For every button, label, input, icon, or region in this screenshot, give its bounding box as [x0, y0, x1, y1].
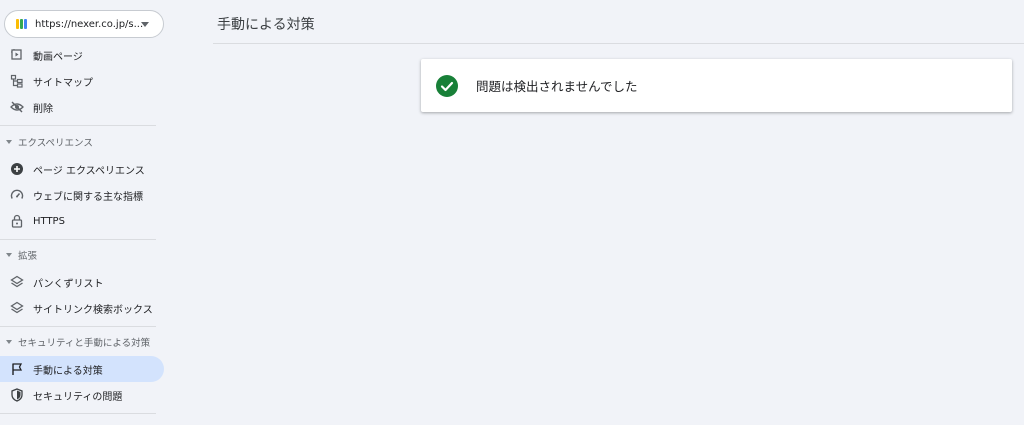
sidebar-item-page-experience[interactable]: ページ エクスペリエンス — [0, 156, 164, 182]
section-security-manual-actions[interactable]: セキュリティと手動による対策 — [0, 332, 164, 352]
section-enhancements[interactable]: 拡張 — [0, 245, 164, 265]
flag-icon — [10, 362, 24, 376]
lock-icon — [10, 214, 24, 228]
chevron-down-icon — [141, 22, 149, 27]
sidebar-item-label: 削除 — [33, 103, 53, 115]
sidebar-item-sitemap[interactable]: サイトマップ — [0, 68, 164, 94]
speedometer-icon — [10, 188, 24, 202]
section-label: エクスペリエンス — [18, 138, 93, 149]
caret-down-icon — [6, 253, 12, 257]
divider — [0, 125, 156, 126]
sidebar-item-label: 手動による対策 — [33, 365, 103, 377]
search-console-logo-icon — [16, 19, 27, 29]
sidebar: https://nexer.co.jp/s... 動画ページ サイトマップ 削除… — [0, 0, 172, 425]
sitemap-icon — [10, 74, 24, 88]
sidebar-item-manual-actions[interactable]: 手動による対策 — [0, 356, 164, 382]
sidebar-item-removals[interactable]: 削除 — [0, 94, 164, 120]
sidebar-item-breadcrumbs[interactable]: パンくずリスト — [0, 269, 164, 295]
sidebar-item-video-pages[interactable]: 動画ページ — [0, 42, 164, 68]
sidebar-item-security-issues[interactable]: セキュリティの問題 — [0, 382, 164, 408]
shield-icon — [10, 388, 24, 402]
check-circle-icon — [436, 74, 458, 97]
section-label: セキュリティと手動による対策 — [18, 338, 151, 349]
layers-icon — [10, 275, 24, 289]
divider — [0, 239, 156, 240]
plus-circle-icon — [10, 162, 24, 176]
divider — [0, 413, 156, 414]
status-card: 問題は検出されませんでした — [421, 59, 1012, 112]
page-title: 手動による対策 — [217, 17, 315, 33]
status-message: 問題は検出されませんでした — [476, 79, 638, 94]
sidebar-item-label: HTTPS — [33, 215, 65, 227]
divider — [0, 326, 156, 327]
section-experience[interactable]: エクスペリエンス — [0, 132, 164, 152]
sidebar-item-label: ウェブに関する主な指標 — [33, 191, 143, 203]
layers-icon — [10, 301, 24, 315]
caret-down-icon — [6, 340, 12, 344]
sidebar-item-label: セキュリティの問題 — [33, 391, 123, 403]
video-page-icon — [10, 48, 24, 62]
sidebar-item-label: サイトマップ — [33, 77, 93, 89]
hidden-eye-icon — [10, 100, 24, 114]
section-label: 拡張 — [18, 251, 38, 262]
property-url: https://nexer.co.jp/s... — [35, 18, 144, 30]
sidebar-item-core-web-vitals[interactable]: ウェブに関する主な指標 — [0, 182, 164, 208]
sidebar-item-label: パンくずリスト — [33, 278, 104, 290]
sidebar-item-https[interactable]: HTTPS — [0, 208, 164, 234]
sidebar-item-label: 動画ページ — [33, 51, 83, 63]
sidebar-item-label: サイトリンク検索ボックス — [33, 304, 153, 316]
caret-down-icon — [6, 140, 12, 144]
page-header: 手動による対策 — [213, 0, 1024, 44]
property-selector[interactable]: https://nexer.co.jp/s... — [4, 10, 164, 38]
sidebar-item-label: ページ エクスペリエンス — [33, 165, 145, 177]
sidebar-item-sitelinks-searchbox[interactable]: サイトリンク検索ボックス — [0, 295, 164, 321]
